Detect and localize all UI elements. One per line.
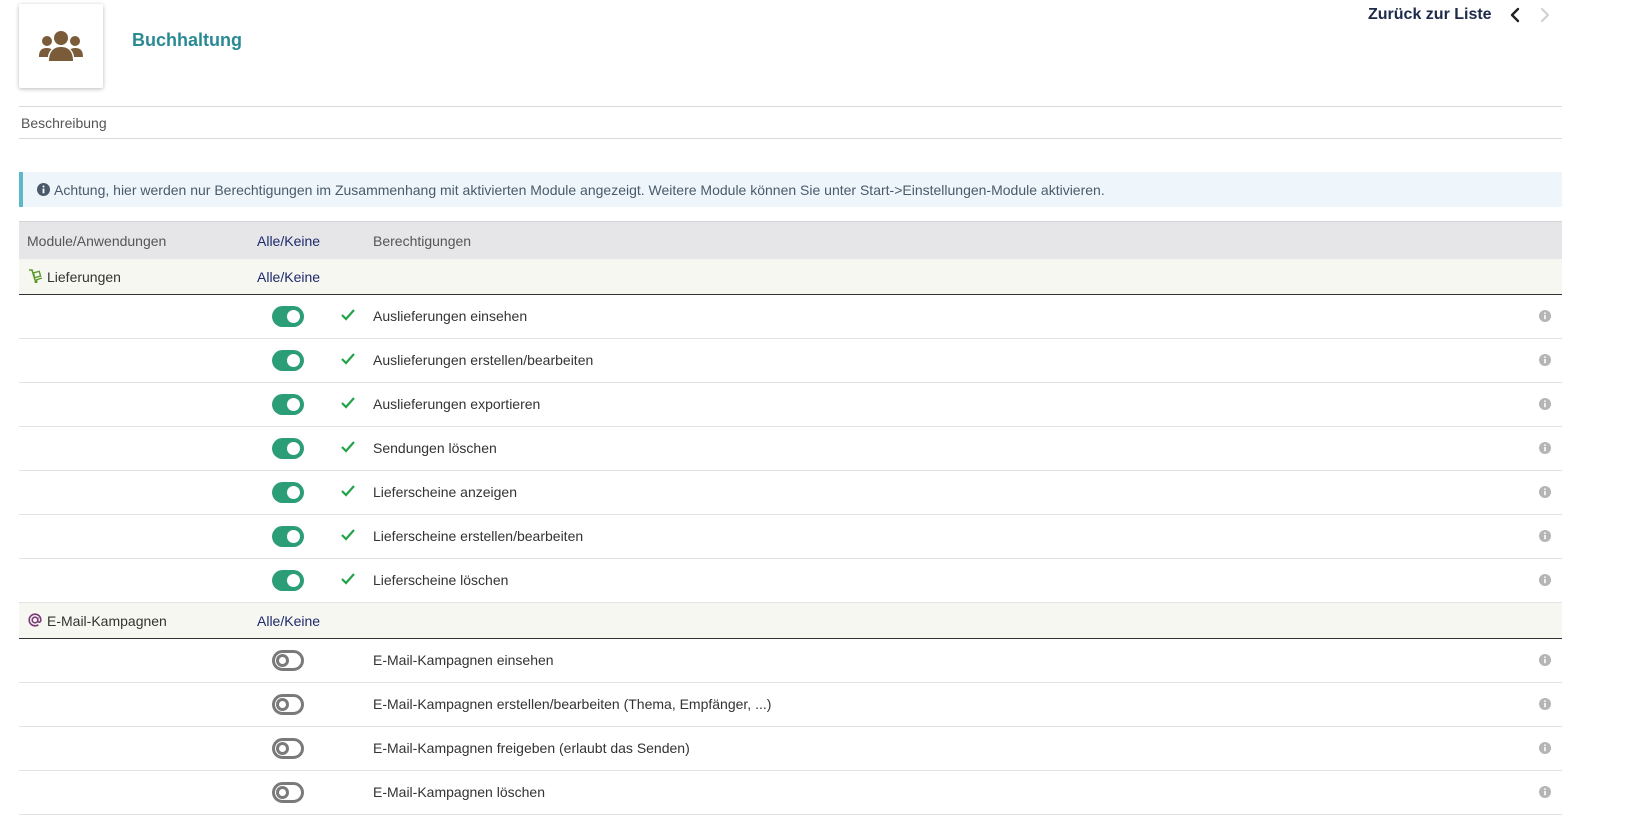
permission-toggle[interactable]: [272, 570, 304, 591]
check-icon: [341, 353, 355, 365]
chevron-right-icon[interactable]: [1537, 6, 1553, 24]
table-row: E-Mail-Kampagnen löschen: [19, 771, 1562, 815]
permission-label: Sendungen löschen: [373, 440, 497, 456]
toggle-knob: [287, 486, 300, 499]
table-row: Sendungen löschen: [19, 427, 1562, 471]
table-row: E-Mail-Kampagnen erstellen/bearbeiten (T…: [19, 683, 1562, 727]
permission-toggle[interactable]: [272, 694, 304, 715]
table-row: Lieferscheine anzeigen: [19, 471, 1562, 515]
permission-toggle[interactable]: [272, 306, 304, 327]
table-row: Auslieferungen erstellen/bearbeiten: [19, 339, 1562, 383]
toggle-knob: [287, 442, 300, 455]
toggle-knob: [287, 354, 300, 367]
table-row: Lieferscheine erstellen/bearbeiten: [19, 515, 1562, 559]
back-to-list-link[interactable]: Zurück zur Liste: [1368, 6, 1492, 24]
info-icon[interactable]: [1539, 486, 1551, 498]
info-circle-icon: [37, 183, 50, 196]
info-icon[interactable]: [1539, 574, 1551, 586]
section-name: E-Mail-Kampagnen: [47, 613, 167, 629]
table-header: Module/Anwendungen Alle/Keine Berechtigu…: [19, 221, 1562, 259]
info-icon[interactable]: [1539, 654, 1551, 666]
info-icon[interactable]: [1539, 786, 1551, 798]
info-icon[interactable]: [1539, 742, 1551, 754]
check-icon: [341, 573, 355, 585]
toggle-knob: [287, 530, 300, 543]
users-group-icon: [39, 31, 83, 61]
section-name: Lieferungen: [47, 269, 121, 285]
table-row: Auslieferungen einsehen: [19, 295, 1562, 339]
permission-label: Lieferscheine löschen: [373, 572, 509, 588]
toggle-knob: [276, 654, 289, 667]
info-icon[interactable]: [1539, 354, 1551, 366]
description-tab[interactable]: Beschreibung: [19, 106, 1562, 139]
info-icon[interactable]: [1539, 398, 1551, 410]
permission-label: Lieferscheine erstellen/bearbeiten: [373, 528, 584, 544]
toggle-knob: [276, 698, 289, 711]
permission-toggle[interactable]: [272, 482, 304, 503]
permission-label: E-Mail-Kampagnen erstellen/bearbeiten (T…: [373, 696, 772, 712]
permission-label: E-Mail-Kampagnen freigeben (erlaubt das …: [373, 740, 690, 756]
section-row-email-kampagnen: E-Mail-Kampagnen Alle/Keine: [19, 603, 1562, 639]
header-permissions: Berechtigungen: [373, 233, 472, 249]
delivery-dolly-icon: [29, 269, 43, 284]
table-row: Auslieferungen exportieren: [19, 383, 1562, 427]
table-row: E-Mail-Kampagnen einsehen: [19, 639, 1562, 683]
permission-label: E-Mail-Kampagnen löschen: [373, 784, 545, 800]
toggle-knob: [276, 742, 289, 755]
info-alert: Achtung, hier werden nur Berechtigungen …: [19, 172, 1562, 207]
section-all-none-link[interactable]: Alle/Keine: [257, 269, 320, 285]
section-row-lieferungen: Lieferungen Alle/Keine: [19, 259, 1562, 295]
info-icon[interactable]: [1539, 442, 1551, 454]
at-sign-icon: [28, 613, 42, 627]
permission-toggle[interactable]: [272, 526, 304, 547]
toggle-knob: [287, 574, 300, 587]
permission-toggle[interactable]: [272, 782, 304, 803]
page-title: Buchhaltung: [132, 30, 242, 50]
toggle-knob: [287, 310, 300, 323]
toggle-knob: [287, 398, 300, 411]
permission-label: Auslieferungen exportieren: [373, 396, 541, 412]
header-modules: Module/Anwendungen: [27, 233, 167, 249]
permissions-table: Module/Anwendungen Alle/Keine Berechtigu…: [19, 221, 1562, 815]
permission-label: Auslieferungen einsehen: [373, 308, 528, 324]
check-icon: [341, 529, 355, 541]
check-icon: [341, 485, 355, 497]
permission-label: Lieferscheine anzeigen: [373, 484, 517, 500]
permission-toggle[interactable]: [272, 394, 304, 415]
header-all-none[interactable]: Alle/Keine: [257, 233, 320, 249]
permission-label: Auslieferungen erstellen/bearbeiten: [373, 352, 594, 368]
permission-toggle[interactable]: [272, 738, 304, 759]
alert-text: Achtung, hier werden nur Berechtigungen …: [54, 181, 1105, 198]
info-icon[interactable]: [1539, 310, 1551, 322]
check-icon: [341, 397, 355, 409]
permission-toggle[interactable]: [272, 650, 304, 671]
permission-toggle[interactable]: [272, 350, 304, 371]
table-row: E-Mail-Kampagnen freigeben (erlaubt das …: [19, 727, 1562, 771]
toggle-knob: [276, 786, 289, 799]
permission-toggle[interactable]: [272, 438, 304, 459]
page-header: Buchhaltung Zurück zur Liste: [0, 0, 1644, 106]
check-icon: [341, 309, 355, 321]
info-icon[interactable]: [1539, 530, 1551, 542]
info-icon[interactable]: [1539, 698, 1551, 710]
permission-label: E-Mail-Kampagnen einsehen: [373, 652, 554, 668]
group-avatar: [19, 4, 103, 88]
chevron-left-icon[interactable]: [1507, 6, 1523, 24]
check-icon: [341, 441, 355, 453]
section-all-none-link[interactable]: Alle/Keine: [257, 613, 320, 629]
table-row: Lieferscheine löschen: [19, 559, 1562, 603]
description-label: Beschreibung: [21, 114, 107, 131]
